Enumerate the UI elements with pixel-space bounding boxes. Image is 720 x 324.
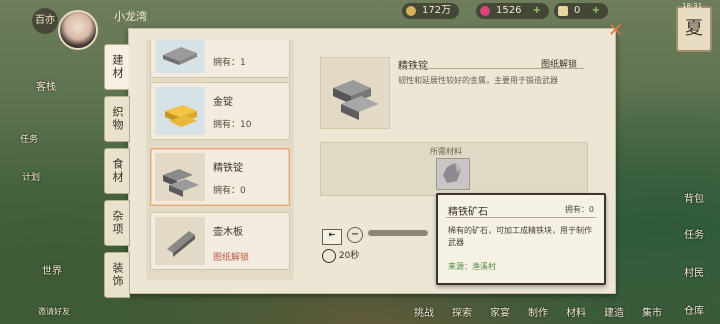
side-item-bag[interactable]: 背包 (684, 190, 704, 205)
side-item-task[interactable]: 任务 (20, 132, 38, 145)
nav-challenge[interactable]: 挑战 (414, 304, 434, 319)
coins-value: 172万 (422, 5, 452, 16)
item-list[interactable]: 拥有：1 金锭 拥有：10 精铁锭 拥有：0 壶木板 图纸解锁 (146, 40, 294, 280)
currency-gems: 1526 + (476, 3, 550, 19)
divider (446, 217, 596, 218)
nav-craft[interactable]: 制作 (528, 304, 548, 319)
ticket-icon (558, 6, 568, 16)
avatar[interactable] (58, 10, 98, 50)
side-item-invite[interactable]: 邀请好友 (38, 306, 70, 317)
tooltip-source: 来源：渔溪村 (448, 262, 496, 271)
item-name: 金锭 (213, 97, 233, 108)
detail-description: 韧性和延展性较好的金属，主要用于锻造武器 (398, 76, 558, 85)
add-tickets-button[interactable]: + (592, 5, 600, 16)
tab-food[interactable]: 食材 (104, 148, 130, 194)
divider (398, 68, 584, 69)
nav-materials[interactable]: 材料 (566, 304, 586, 319)
wood-plank-icon (155, 217, 205, 265)
gold-ingot-icon (155, 87, 205, 135)
list-item[interactable]: 金锭 拥有：10 (150, 82, 290, 140)
nav-banquet[interactable]: 家宴 (490, 304, 510, 319)
materials-title: 所需材料 (430, 147, 462, 156)
craft-time-value: 20秒 (338, 251, 360, 261)
side-item-plan[interactable]: 计划 (22, 170, 40, 183)
season-badge[interactable]: 夏 (676, 6, 712, 52)
close-icon[interactable]: ✕ (608, 20, 623, 41)
iron-ingot-large-icon (320, 57, 390, 129)
silver-ingot-icon (155, 40, 205, 73)
iron-ingot-icon (155, 153, 205, 201)
list-item[interactable]: 壶木板 图纸解锁 (150, 212, 290, 270)
item-name: 壶木板 (213, 227, 243, 238)
item-name: 精铁锭 (213, 163, 243, 174)
add-gems-button[interactable]: + (533, 5, 541, 16)
gem-icon (480, 6, 490, 16)
gems-value: 1526 (496, 5, 522, 16)
tab-decoration[interactable]: 装饰 (104, 252, 130, 298)
currency-coins: 172万 (402, 3, 460, 19)
minus-circle-icon[interactable]: − (347, 227, 364, 243)
clock: 18:31 (682, 2, 703, 10)
side-item-mission[interactable]: 任务 (684, 226, 704, 241)
tooltip-title: 精铁矿石 (448, 207, 488, 218)
iron-ore-icon[interactable] (436, 158, 470, 190)
side-item-world[interactable]: 世界 (42, 262, 62, 277)
tooltip-description: 稀有的矿石，可加工成精铁块，用于制作武器 (448, 226, 592, 247)
item-unlock-tag: 图纸解锁 (213, 253, 250, 263)
season-char-button[interactable]: 百亦 (32, 8, 58, 34)
side-item-inn[interactable]: 客栈 (36, 78, 56, 93)
side-item-villager[interactable]: 村民 (684, 264, 704, 279)
bottom-nav: 挑战 探索 家宴 制作 材料 建造 集市 (400, 300, 720, 324)
material-tooltip: 精铁矿石 拥有：0 稀有的矿石，可加工成精铁块，用于制作武器 来源：渔溪村 (436, 193, 606, 285)
clock-icon (322, 248, 336, 263)
tab-fabric[interactable]: 织物 (104, 96, 130, 142)
quantity-slider[interactable] (368, 229, 429, 236)
coin-icon (406, 6, 416, 16)
item-owned: 拥有：10 (213, 120, 252, 130)
list-item-selected[interactable]: 精铁锭 拥有：0 (150, 148, 290, 206)
nav-market[interactable]: 集市 (642, 304, 662, 319)
item-owned: 拥有：1 (213, 58, 246, 68)
quantity-control: ⇤ − (322, 222, 429, 245)
tickets-value: 0 (574, 5, 581, 16)
tab-building[interactable]: 建材 (104, 44, 129, 90)
player-name: 小龙湾 (114, 10, 147, 23)
quantity-minus-button[interactable]: ⇤ (322, 229, 342, 245)
item-owned: 拥有：0 (213, 186, 246, 196)
currency-tickets: 0 + (554, 3, 608, 19)
list-item[interactable]: 拥有：1 (150, 40, 290, 78)
nav-build[interactable]: 建造 (604, 304, 624, 319)
tooltip-owned: 拥有：0 (564, 205, 594, 214)
nav-explore[interactable]: 探索 (452, 304, 472, 319)
detail-title: 精铁锭 (398, 61, 428, 72)
tab-misc[interactable]: 杂项 (104, 200, 130, 246)
craft-time: 20秒 (322, 248, 359, 263)
